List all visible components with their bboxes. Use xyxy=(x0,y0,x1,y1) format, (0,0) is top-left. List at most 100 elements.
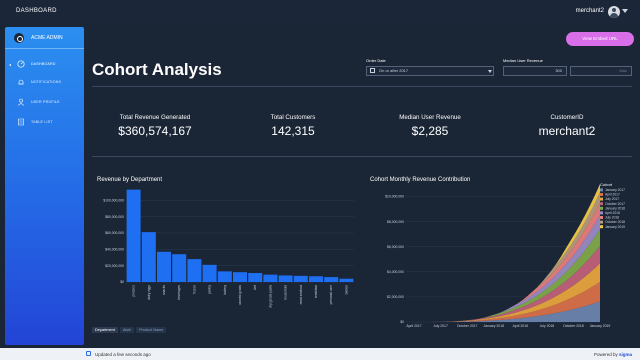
legend-swatch xyxy=(600,211,603,215)
sidebar-brand[interactable]: ACME ADMIN xyxy=(5,27,84,49)
legend-item: April 2017 xyxy=(605,193,620,197)
kpi-value: $2,285 xyxy=(411,124,449,138)
cohort-revenue-chart[interactable]: $0 $2,000,000 $4,000,000 $6,000,000 $8,000,0… xyxy=(364,180,636,330)
x-tick-label: beverages xyxy=(177,285,181,300)
y-tick-label: $40,000,000 xyxy=(105,248,124,252)
breadcrumb-item[interactable]: Department xyxy=(92,327,118,333)
kpi-customer-id: CustomerID merchant2 xyxy=(502,114,632,138)
sigma-logo: sigma xyxy=(618,351,632,357)
legend-swatch xyxy=(600,206,603,210)
brand-name: ACME ADMIN xyxy=(31,35,63,41)
bar xyxy=(324,277,339,282)
chevron-down-icon[interactable] xyxy=(488,70,492,73)
user-name[interactable]: merchant2 xyxy=(576,8,604,14)
legend-swatch xyxy=(600,202,603,206)
bar xyxy=(187,259,202,282)
bar xyxy=(217,271,232,282)
legend-swatch xyxy=(600,188,603,192)
legend-item: July 2018 xyxy=(605,216,619,220)
breadcrumb-item[interactable]: Aisle xyxy=(119,327,135,333)
user-icon xyxy=(17,98,25,106)
x-tick-label: deli xyxy=(253,285,257,290)
y-tick-label: $2,000,000 xyxy=(387,295,404,299)
legend-title: Cohort xyxy=(600,182,613,187)
sidebar-item-table-list[interactable]: TABLE LIST xyxy=(5,115,84,129)
bar xyxy=(263,274,278,282)
median-max-input[interactable]: Max xyxy=(570,66,632,76)
breadcrumb: Department Aisle Product Name xyxy=(92,327,168,335)
kpi-median-revenue: Median User Revenue $2,285 xyxy=(365,114,495,138)
revenue-by-department-chart[interactable]: $0 $20,000,000 $40,000,000 $60,000,000 $80,0… xyxy=(92,184,356,316)
legend-item: October 2018 xyxy=(605,220,625,224)
legend-item: January 2017 xyxy=(605,188,625,192)
legend-swatch xyxy=(600,193,603,196)
topbar-title: DASHBOARD xyxy=(16,8,57,14)
x-tick-label: October 2017 xyxy=(457,324,478,328)
y-tick-label: $10,000,000 xyxy=(385,195,404,199)
x-tick-label: April 2017 xyxy=(406,324,421,328)
sidebar-item-label: TABLE LIST xyxy=(31,120,53,124)
order-date-field[interactable]: On or after 2017 xyxy=(366,66,494,76)
sidebar-item-label: NOTIFICATIONS xyxy=(31,80,62,84)
x-tick-label: July 2017 xyxy=(433,324,448,328)
x-tick-label: snacks xyxy=(162,285,166,295)
y-tick-label: $8,000,000 xyxy=(387,220,404,224)
legend-item: October 2017 xyxy=(605,202,625,206)
x-tick-label: dairy eggs xyxy=(147,285,151,300)
top-bar: DASHBOARD merchant2 xyxy=(0,0,640,24)
kpi-label: CustomerID xyxy=(550,114,584,121)
x-tick-label: July 2018 xyxy=(540,324,555,328)
avatar[interactable] xyxy=(608,6,620,18)
x-tick-label: January 2019 xyxy=(590,324,611,328)
divider xyxy=(92,156,632,157)
y-tick-label: $6,000,000 xyxy=(387,245,404,249)
x-tick-label: babies xyxy=(344,285,348,295)
x-tick-label: frozen xyxy=(192,285,196,294)
legend-swatch xyxy=(600,225,603,229)
powered-prefix: Powered by xyxy=(593,351,618,357)
bar xyxy=(293,275,308,282)
legend-item: July 2017 xyxy=(605,197,619,201)
x-tick-label: pantry xyxy=(208,285,212,294)
sidebar-item-user-profile[interactable]: USER PROFILE xyxy=(5,95,84,109)
y-tick-label: $100,000,000 xyxy=(103,198,124,202)
chevron-down-icon[interactable] xyxy=(622,9,628,13)
legend-item: January 2019 xyxy=(605,225,625,229)
x-tick-label: January 2018 xyxy=(483,324,504,328)
median-min-value: 300 xyxy=(555,68,562,73)
kpi-total-customers: Total Customers 142,315 xyxy=(228,114,358,138)
kpi-value: merchant2 xyxy=(538,124,596,138)
kpi-label: Total Revenue Generated xyxy=(119,114,191,121)
median-max-placeholder: Max xyxy=(619,68,627,73)
x-tick-label: October 2018 xyxy=(563,324,584,328)
status-bar: Updated a few seconds ago Powered by sig… xyxy=(0,348,640,360)
kpi-value: $360,574,167 xyxy=(118,124,192,138)
sidebar-item-dashboard[interactable]: ◂ DASHBOARD xyxy=(5,57,84,71)
x-tick-label: dry goods pasta xyxy=(268,285,272,308)
table-icon xyxy=(18,118,24,126)
kpi-label: Median User Revenue xyxy=(399,114,461,121)
sidebar: ACME ADMIN ◂ DASHBOARD NOTIFICATIONS USE… xyxy=(5,27,84,345)
bar xyxy=(141,232,156,282)
refresh-icon xyxy=(86,351,91,356)
bar xyxy=(248,273,263,282)
x-tick-label: produce xyxy=(132,285,136,297)
kpi-total-revenue: Total Revenue Generated $360,574,167 xyxy=(90,114,220,138)
y-tick-label: $4,000,000 xyxy=(387,270,404,274)
sidebar-item-notifications[interactable]: NOTIFICATIONS xyxy=(5,75,84,89)
x-tick-label: breakfast xyxy=(314,285,318,298)
x-tick-label: meat seafood xyxy=(299,285,303,305)
y-tick-label: $20,000,000 xyxy=(105,264,124,268)
view-embed-url-button[interactable]: View Embed URL xyxy=(566,32,634,46)
kpi-label: Total Customers xyxy=(270,114,316,121)
powered-by: Powered by sigma xyxy=(594,352,632,357)
bar xyxy=(309,276,323,282)
order-date-value: On or after 2017 xyxy=(379,68,409,73)
legend-swatch xyxy=(600,216,603,219)
y-tick-label: $0 xyxy=(120,280,124,284)
breadcrumb-item[interactable]: Product Name xyxy=(136,327,167,333)
median-min-input[interactable]: 300 xyxy=(503,66,567,76)
bar xyxy=(233,272,247,282)
bar xyxy=(339,278,354,282)
sidebar-item-label: DASHBOARD xyxy=(31,62,56,66)
